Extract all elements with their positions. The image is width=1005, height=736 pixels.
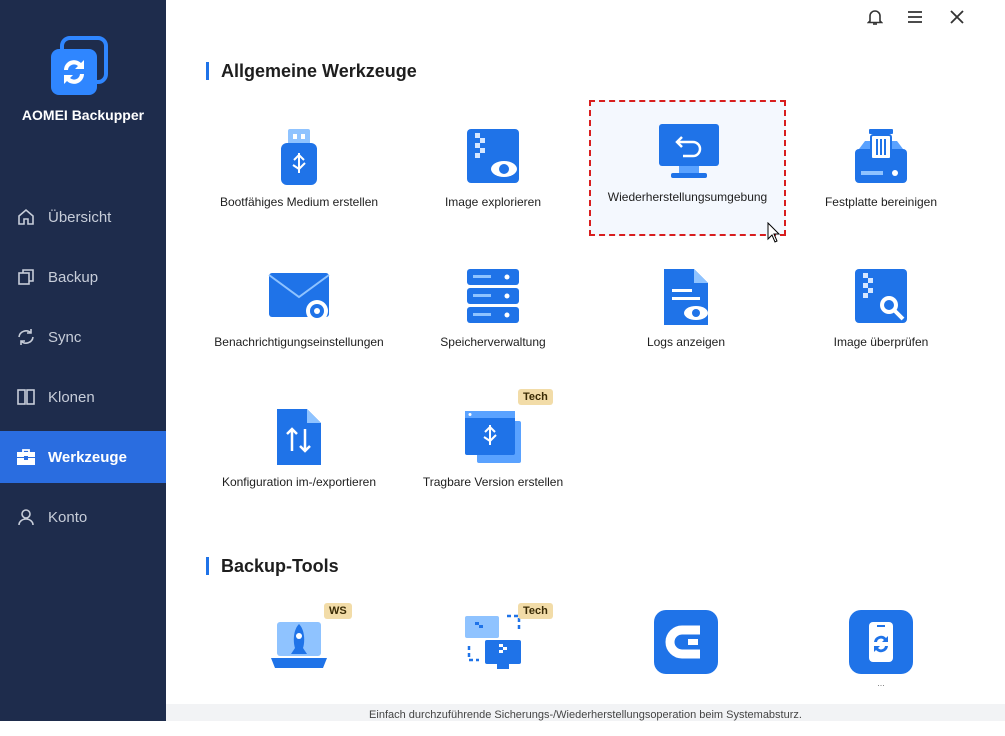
tool-notifications[interactable]: Benachrichtigungseinstellungen: [202, 247, 396, 381]
tool-label: Bootfähiges Medium erstellen: [219, 195, 379, 209]
usb-drive-icon: [267, 127, 331, 187]
tool-image-explore[interactable]: Image explorieren: [396, 107, 590, 241]
sidebar-item-label: Werkzeuge: [48, 448, 127, 466]
sidebar-item-label: Sync: [48, 328, 82, 346]
ws-badge: WS: [324, 603, 352, 619]
sidebar-item-account[interactable]: Konto: [0, 491, 166, 543]
sidebar-item-label: Übersicht: [48, 208, 112, 226]
mouse-cursor-icon: [767, 221, 781, 249]
tool-portable-version[interactable]: Tragbare Version erstellen Tech: [396, 387, 590, 521]
toolbox-icon: [16, 447, 36, 467]
network-transfer-icon: [461, 612, 525, 672]
tool-label: Image explorieren: [444, 195, 542, 209]
sidebar-item-label: Klonen: [48, 388, 95, 406]
clone-icon: [16, 387, 36, 407]
user-icon: [16, 507, 36, 527]
tool-import-export[interactable]: Konfiguration im-/exportieren: [202, 387, 396, 521]
log-view-icon: [654, 267, 718, 327]
disk-wipe-icon: [849, 127, 913, 187]
sidebar: AOMEI Backupper Übersicht Backup Sync Kl…: [0, 0, 166, 721]
tool-caption: ...: [877, 678, 885, 688]
sidebar-item-clone[interactable]: Klonen: [0, 371, 166, 423]
copy-icon: [16, 267, 36, 287]
image-check-icon: [849, 267, 913, 327]
sidebar-item-sync[interactable]: Sync: [0, 311, 166, 363]
portable-version-icon: [461, 407, 525, 467]
tech-badge: Tech: [518, 389, 553, 405]
image-explore-icon: [461, 127, 525, 187]
section-title-backup-tools: Backup-Tools: [206, 557, 339, 575]
tool-label: Logs anzeigen: [646, 335, 726, 349]
centralized-backup-icon: [654, 610, 718, 674]
tool-label: Speicherverwaltung: [440, 335, 546, 349]
tool-label: Benachrichtigungseinstellungen: [214, 335, 384, 349]
tool-label: Festplatte bereinigen: [824, 195, 938, 209]
tool-check-image[interactable]: Image überprüfen: [784, 247, 978, 381]
tool-label: Konfiguration im-/exportieren: [221, 475, 377, 489]
tool-disk-wipe[interactable]: Festplatte bereinigen: [784, 107, 978, 241]
app-name: AOMEI Backupper: [21, 107, 145, 123]
tool-label: Wiederherstellungsumgebung: [607, 190, 768, 204]
import-export-icon: [267, 407, 331, 467]
sidebar-item-label: Konto: [48, 508, 88, 526]
menu-icon[interactable]: [904, 6, 926, 28]
tech-badge: Tech: [518, 603, 553, 619]
phone-sync-icon: [849, 610, 913, 674]
sidebar-item-label: Backup: [48, 268, 99, 286]
storage-server-icon: [461, 267, 525, 327]
mail-settings-icon: [267, 267, 331, 327]
rocket-laptop-icon: [267, 612, 331, 672]
status-footer: Einfach durchzuführende Sicherungs-/Wied…: [166, 704, 1005, 721]
tool-label: Image überprüfen: [833, 335, 929, 349]
home-icon: [16, 207, 36, 227]
tool-recovery-environment[interactable]: Wiederherstellungsumgebung: [589, 100, 786, 236]
tool-view-logs[interactable]: Logs anzeigen: [589, 247, 783, 381]
sidebar-item-tools[interactable]: Werkzeuge: [0, 431, 166, 483]
recovery-monitor-icon: [657, 122, 721, 182]
sync-icon: [16, 327, 36, 347]
close-icon[interactable]: [946, 6, 968, 28]
section-title-general: Allgemeine Werkzeuge: [206, 62, 417, 80]
sidebar-item-backup[interactable]: Backup: [0, 251, 166, 303]
bell-icon[interactable]: [864, 6, 886, 28]
tool-label: Tragbare Version erstellen: [422, 475, 564, 489]
tool-bootable-media[interactable]: Bootfähiges Medium erstellen: [202, 107, 396, 241]
sidebar-item-overview[interactable]: Übersicht: [0, 191, 166, 243]
tool-storage-management[interactable]: Speicherverwaltung: [396, 247, 590, 381]
app-logo: [48, 36, 110, 96]
